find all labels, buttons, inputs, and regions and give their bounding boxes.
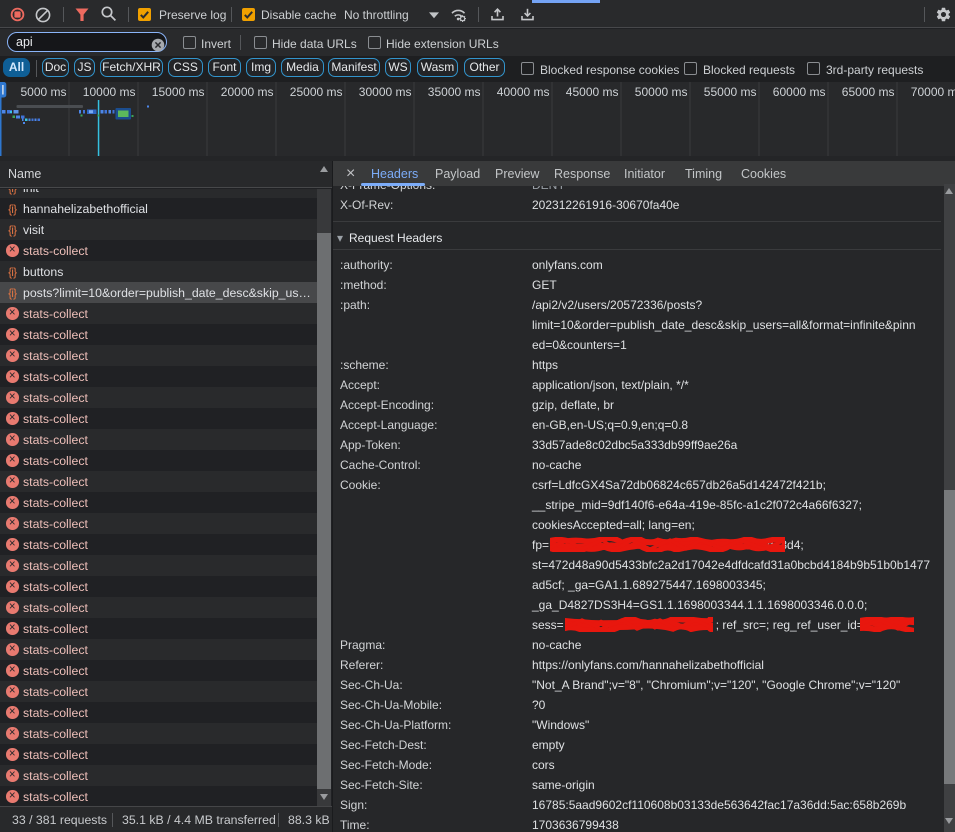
svg-text:60000 ms: 60000 ms [773,85,826,99]
svg-text:55000 ms: 55000 ms [704,85,757,99]
svg-text:25000 ms: 25000 ms [290,85,343,99]
svg-text:40000 ms: 40000 ms [497,85,550,99]
svg-text:15000 ms: 15000 ms [152,85,205,99]
svg-text:50000 ms: 50000 ms [635,85,688,99]
svg-text:20000 ms: 20000 ms [221,85,274,99]
svg-text:10000 ms: 10000 ms [83,85,136,99]
svg-text:70000 ms: 70000 ms [911,85,955,99]
svg-text:65000 ms: 65000 ms [842,85,895,99]
svg-text:30000 ms: 30000 ms [359,85,412,99]
svg-text:45000 ms: 45000 ms [566,85,619,99]
svg-text:35000 ms: 35000 ms [428,85,481,99]
svg-text:5000 ms: 5000 ms [20,85,66,99]
